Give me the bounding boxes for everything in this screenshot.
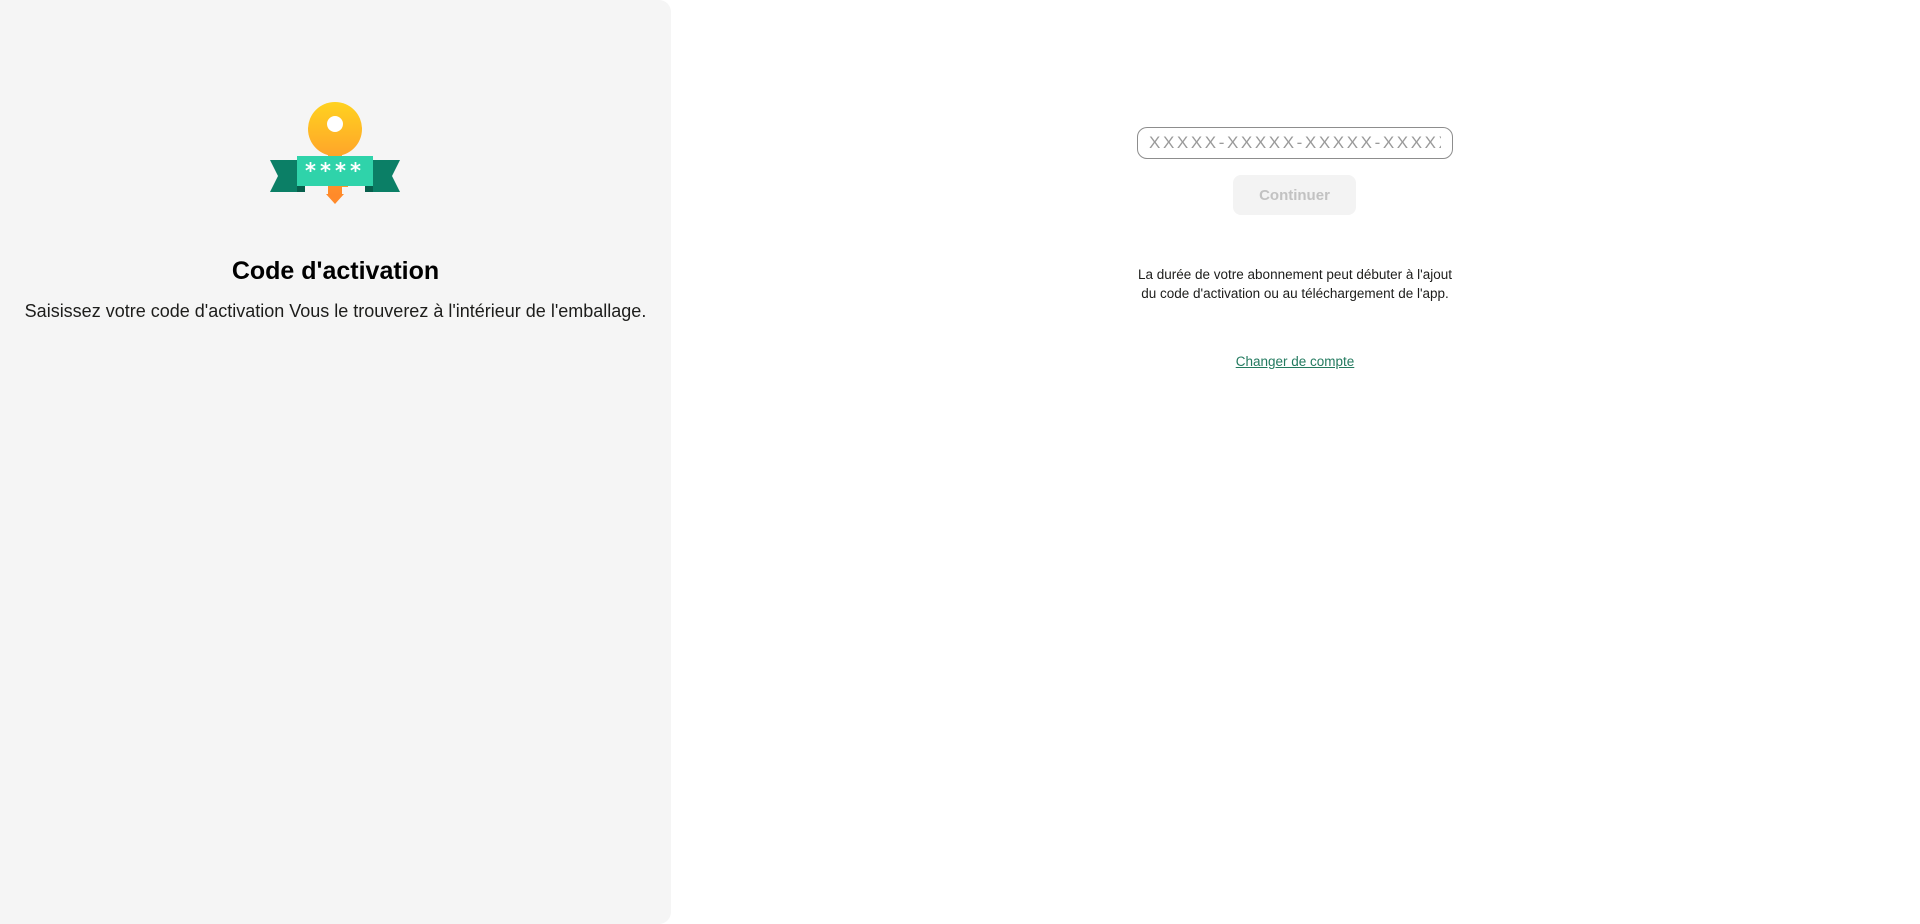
activation-key-icon: **** [270,102,400,204]
activation-page: **** Code d'activation Saisissez votre c… [0,0,1920,924]
subscription-info-text: La durée de votre abonnement peut débute… [1137,267,1453,301]
ribbon-badge-text: **** [305,159,365,183]
activation-key-illustration: **** [270,102,400,212]
page-title: Code d'activation [231,257,440,285]
continue-button[interactable]: Continuer [1233,175,1356,215]
page-description: Saisissez votre code d'activation Vous l… [24,301,647,321]
activation-code-input[interactable] [1137,127,1453,159]
switch-account-link[interactable]: Changer de compte [1195,354,1395,369]
info-panel: **** Code d'activation Saisissez votre c… [0,0,671,924]
